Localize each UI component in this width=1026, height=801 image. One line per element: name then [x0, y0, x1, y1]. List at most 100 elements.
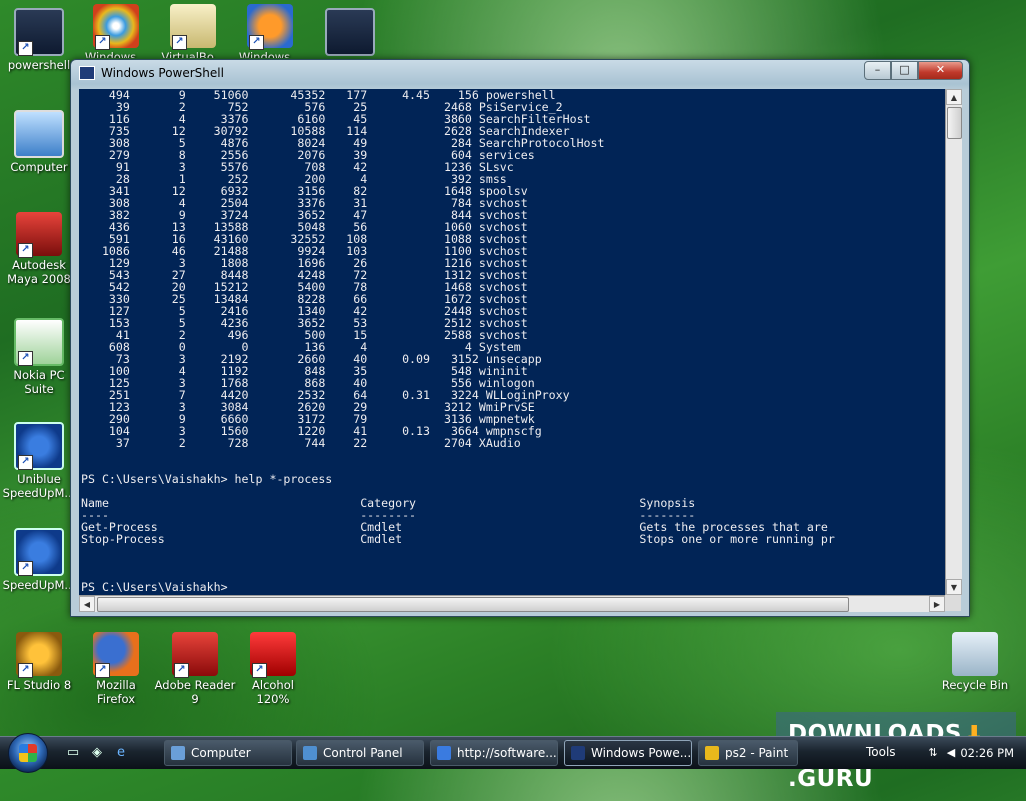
shortcut-arrow-icon: ↗	[18, 243, 33, 258]
volume-icon[interactable]: ◀	[944, 746, 958, 760]
shortcut-arrow-icon: ↗	[95, 35, 110, 50]
clock[interactable]: 02:26 PM	[960, 746, 1014, 760]
shortcut-arrow-icon: ↗	[172, 35, 187, 50]
desktop-icon-uniblue[interactable]: ↗ Uniblue SpeedUpM...	[0, 422, 78, 500]
desktop-icon-speedup[interactable]: ↗ SpeedUpM...	[0, 528, 78, 592]
desktop-icon-label: Alcohol 120%	[252, 678, 294, 706]
computer-icon	[171, 746, 185, 760]
desktop-icon-firefox[interactable]: ↗ Mozilla Firefox	[77, 632, 155, 706]
shortcut-arrow-icon: ↗	[249, 35, 264, 50]
desktop-icon-fl-studio[interactable]: ↗ FL Studio 8	[0, 632, 78, 692]
powershell-icon	[571, 746, 585, 760]
computer-icon	[14, 110, 64, 158]
desktop-icon-virtualbox[interactable]: ↗ VirtualBo...	[154, 4, 232, 58]
window-controls: – □ ✕	[864, 61, 963, 80]
desktop-icon-windows-1[interactable]: ↗ Windows...	[77, 4, 155, 58]
maximize-button[interactable]: □	[891, 61, 918, 80]
desktop-icon-maya[interactable]: ↗ Autodesk Maya 2008	[0, 212, 78, 286]
shortcut-arrow-icon: ↗	[95, 663, 110, 678]
paint-icon	[705, 746, 719, 760]
desktop-icon-powershell[interactable]: ↗ powershell	[0, 8, 78, 72]
shortcut-arrow-icon: ↗	[18, 663, 33, 678]
start-button[interactable]	[8, 733, 48, 773]
taskbar-item-windows-powershell[interactable]: Windows Powe...	[564, 740, 692, 766]
taskbar-item-label: ps2 - Paint	[725, 746, 789, 760]
show-desktop-icon[interactable]: ▭	[64, 745, 82, 761]
windows-logo-icon	[19, 744, 37, 762]
desktop-icon-label: Windows...	[84, 50, 148, 58]
vertical-scroll-thumb[interactable]	[947, 107, 962, 139]
desktop-icon-label: Windows...	[238, 50, 302, 58]
taskbar-item-control-panel[interactable]: Control Panel	[296, 740, 424, 766]
control-panel-icon	[303, 746, 317, 760]
shortcut-arrow-icon: ↗	[18, 41, 33, 56]
scroll-right-arrow-icon[interactable]: ▶	[929, 596, 945, 612]
vertical-scrollbar[interactable]: ▲ ▼	[945, 89, 962, 595]
adobe-reader-icon: ↗	[172, 632, 218, 678]
firefox-icon: ↗	[93, 632, 139, 678]
system-tray: Tools ⇅ ◀ 02:26 PM	[816, 739, 1026, 767]
speedometer-icon: ↗	[14, 528, 64, 576]
console-line: PS C:\Users\Vaishakh> help *-process	[81, 472, 333, 486]
taskbar: ▭ ◈ e Computer Control Panel http://soft…	[0, 733, 1026, 773]
shortcut-arrow-icon: ↗	[252, 663, 267, 678]
horizontal-scroll-thumb[interactable]	[97, 597, 849, 612]
ps2-image-icon	[325, 8, 375, 56]
internet-explorer-icon[interactable]: e	[112, 745, 130, 761]
speedometer-icon: ↗	[14, 422, 64, 470]
desktop-icon-recycle-bin[interactable]: Recycle Bin	[936, 632, 1014, 692]
desktop-icon-computer[interactable]: Computer	[0, 110, 78, 174]
scroll-down-arrow-icon[interactable]: ▼	[946, 579, 962, 595]
powershell-icon: ↗	[14, 8, 64, 56]
internet-explorer-icon	[437, 746, 451, 760]
taskbar-item-browser[interactable]: http://software...	[430, 740, 558, 766]
maya-icon: ↗	[16, 212, 62, 258]
fl-studio-icon: ↗	[16, 632, 62, 678]
desktop-icon-label: Recycle Bin	[941, 678, 1009, 692]
window-titlebar[interactable]: Windows PowerShell – □ ✕	[71, 60, 969, 86]
taskbar-item-label: Windows Powe...	[591, 746, 692, 760]
recycle-bin-icon	[952, 632, 998, 676]
taskbar-item-label: http://software...	[457, 746, 557, 760]
desktop-icon-label: Autodesk Maya 2008	[7, 258, 71, 286]
desktop-icon-label: Computer	[10, 160, 68, 174]
horizontal-scrollbar[interactable]: ◀ ▶	[79, 595, 945, 612]
desktop-icon-nokia[interactable]: ↗ Nokia PC Suite	[0, 318, 78, 396]
console-line: 37 2 728 744 22 2704 XAudio	[81, 436, 521, 450]
desktop-icon-label: powershell	[7, 58, 71, 72]
scroll-up-arrow-icon[interactable]: ▲	[946, 89, 962, 105]
minimize-button[interactable]: –	[864, 61, 891, 80]
desktop-icon-label: SpeedUpM...	[2, 578, 76, 592]
shortcut-arrow-icon: ↗	[18, 561, 33, 576]
taskbar-item-paint[interactable]: ps2 - Paint	[698, 740, 798, 766]
alcohol-icon: ↗	[250, 632, 296, 678]
virtualbox-icon: ↗	[170, 4, 216, 50]
desktop-icon-ps2[interactable]: ps2	[311, 8, 389, 58]
network-icon[interactable]: ⇅	[926, 746, 940, 760]
windows-media-center-icon: ↗	[93, 4, 139, 50]
shortcut-arrow-icon: ↗	[18, 455, 33, 470]
scrollbar-corner	[945, 595, 961, 611]
tools-toolbar[interactable]: Tools	[866, 745, 896, 759]
taskbar-item-label: Computer	[191, 746, 251, 760]
desktop-icon-label: FL Studio 8	[6, 678, 72, 692]
desktop-icon-label: Uniblue SpeedUpM...	[2, 472, 76, 500]
desktop-icon-adobe-reader[interactable]: ↗ Adobe Reader 9	[154, 632, 236, 706]
watermark-text-right: .GURU	[788, 766, 874, 792]
desktop-icon-label: Nokia PC Suite	[13, 368, 65, 396]
close-button[interactable]: ✕	[918, 61, 963, 80]
desktop-icon-alcohol[interactable]: ↗ Alcohol 120%	[234, 632, 312, 706]
desktop-icon-label: VirtualBo...	[161, 50, 225, 58]
powershell-title-icon	[79, 66, 95, 80]
console-output[interactable]: 494 9 51060 45352 177 4.45 156 powershel…	[79, 89, 945, 595]
switch-windows-icon[interactable]: ◈	[88, 745, 106, 761]
scroll-left-arrow-icon[interactable]: ◀	[79, 596, 95, 612]
window-title: Windows PowerShell	[101, 66, 224, 80]
shortcut-arrow-icon: ↗	[174, 663, 189, 678]
powershell-window[interactable]: Windows PowerShell – □ ✕ 494 9 51060 453…	[70, 59, 970, 617]
desktop-icon-windows-2[interactable]: ↗ Windows...	[231, 4, 309, 58]
taskbar-item-computer[interactable]: Computer	[164, 740, 292, 766]
